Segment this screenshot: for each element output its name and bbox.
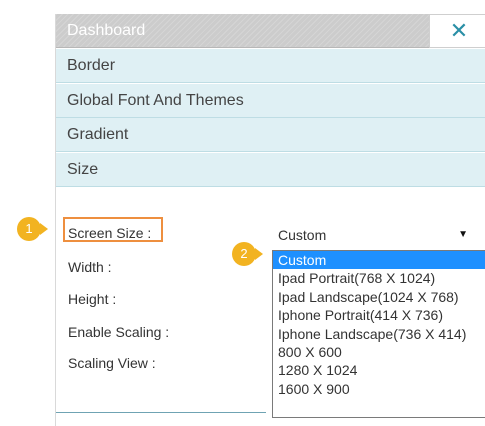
dropdown-option-ipad-landscape[interactable]: Ipad Landscape(1024 X 768) xyxy=(273,288,485,306)
section-gradient[interactable]: Gradient xyxy=(56,118,485,152)
scaling-view-label: Scaling View : xyxy=(68,355,156,371)
step-1-pointer xyxy=(40,223,48,235)
panel-title: Dashboard xyxy=(67,22,146,39)
dropdown-arrow-icon: ▼ xyxy=(458,229,468,240)
section-size[interactable]: Size xyxy=(56,153,485,187)
width-label: Width : xyxy=(68,259,112,275)
section-font-label: Global Font And Themes xyxy=(67,92,244,109)
close-button[interactable]: ✕ xyxy=(429,14,485,48)
section-size-label: Size xyxy=(67,161,99,178)
dropdown-option-800x600[interactable]: 800 X 600 xyxy=(273,343,485,361)
step-1-badge: 1 xyxy=(17,217,41,241)
close-icon: ✕ xyxy=(449,18,469,43)
enable-scaling-label: Enable Scaling : xyxy=(68,324,170,340)
screen-size-select[interactable]: Custom ▼ xyxy=(274,220,484,246)
panel-title-bar: Dashboard xyxy=(56,14,429,48)
dropdown-option-iphone-landscape[interactable]: Iphone Landscape(736 X 414) xyxy=(273,325,485,343)
dropdown-option-1600x900[interactable]: 1600 X 900 xyxy=(273,380,485,398)
section-gradient-label: Gradient xyxy=(67,126,129,143)
dropdown-option-iphone-portrait[interactable]: Iphone Portrait(414 X 736) xyxy=(273,306,485,324)
section-global-font-and-themes[interactable]: Global Font And Themes xyxy=(56,84,485,118)
screen-size-value: Custom xyxy=(278,227,327,243)
dropdown-option-custom[interactable]: Custom xyxy=(273,251,485,270)
height-label: Height : xyxy=(68,291,117,307)
screen-size-dropdown: Custom Ipad Portrait(768 X 1024) Ipad La… xyxy=(272,250,485,418)
screen-size-highlight xyxy=(63,217,163,242)
step-2-badge: 2 xyxy=(232,242,256,266)
section-border[interactable]: Border xyxy=(56,49,485,83)
divider xyxy=(56,412,266,413)
section-border-label: Border xyxy=(67,57,116,74)
step-2-pointer xyxy=(255,248,263,260)
dropdown-option-1280x1024[interactable]: 1280 X 1024 xyxy=(273,361,485,379)
dropdown-option-ipad-portrait[interactable]: Ipad Portrait(768 X 1024) xyxy=(273,269,485,287)
